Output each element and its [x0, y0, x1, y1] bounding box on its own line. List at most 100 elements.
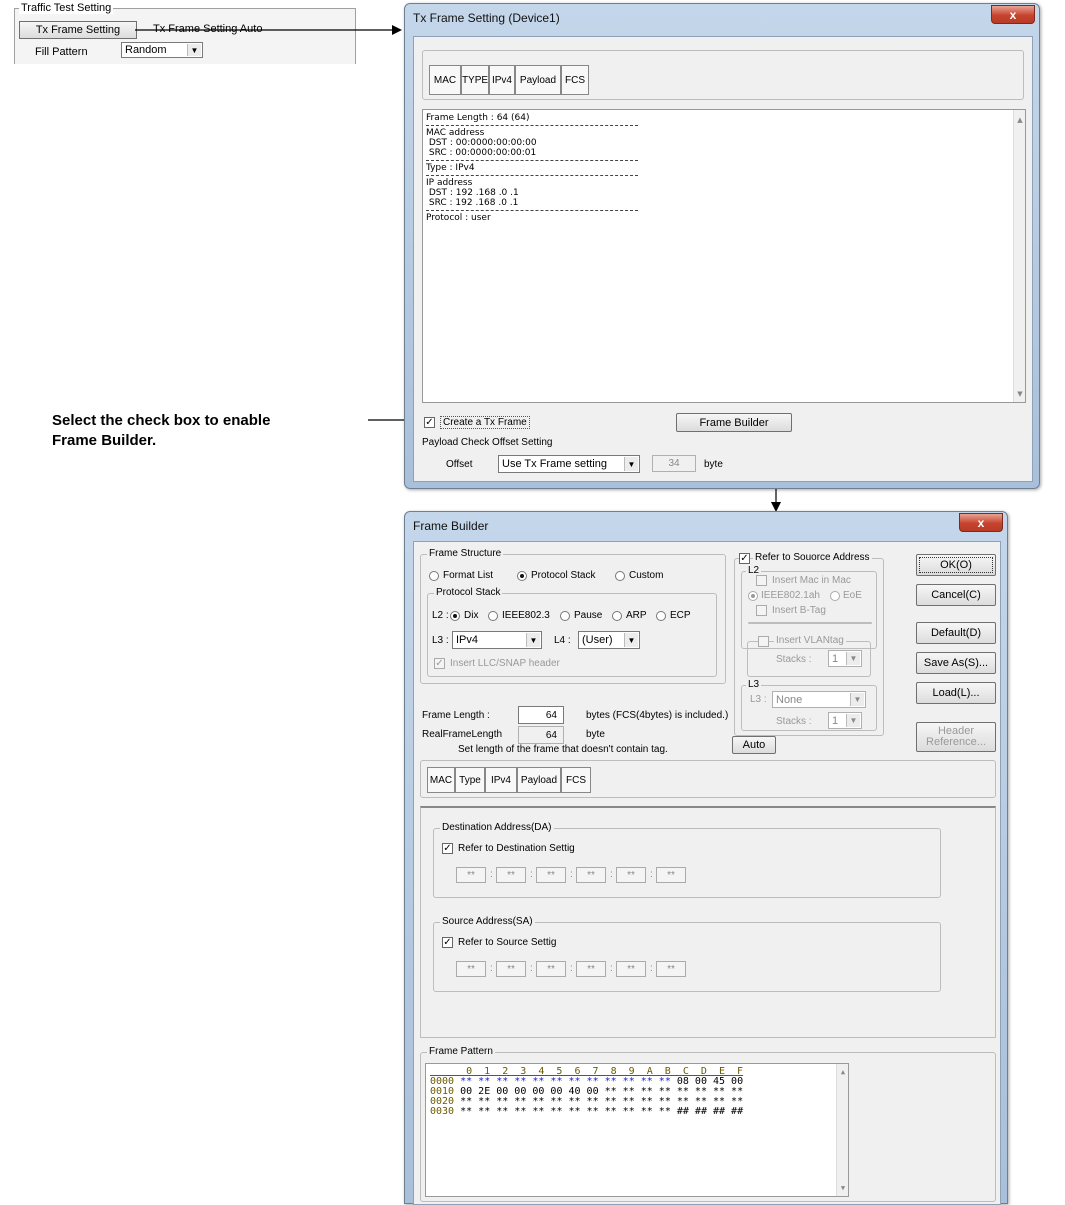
tab-type[interactable]: TYPE	[461, 65, 489, 95]
colon-separator: :	[610, 963, 613, 974]
protocol-text: Protocol : user	[426, 213, 491, 223]
refer-source-setting-label: Refer to Source Settig	[458, 937, 557, 948]
da-octet-1[interactable]: **	[456, 867, 486, 883]
cancel-button[interactable]: Cancel(C)	[916, 584, 996, 606]
frame-structure-group: Frame Structure Format List Protocol Sta…	[420, 548, 726, 684]
source-address-legend: Source Address(SA)	[440, 916, 535, 927]
da-octet-2[interactable]: **	[496, 867, 526, 883]
ok-button[interactable]: OK(O)	[916, 554, 996, 576]
scroll-up-icon[interactable]: ▲	[1014, 114, 1026, 126]
tab-mac[interactable]: MAC	[429, 65, 461, 95]
radio-l2-ecp[interactable]	[656, 611, 666, 621]
tx-frame-setting-window: Tx Frame Setting (Device1) x MAC TYPE IP…	[404, 3, 1040, 489]
insert-btag-label: Insert B-Tag	[772, 605, 826, 616]
tab-fcs[interactable]: FCS	[561, 767, 591, 793]
radio-l2-arp[interactable]	[612, 611, 622, 621]
tab-payload[interactable]: Payload	[517, 767, 561, 793]
hex-row-address: 0030	[430, 1106, 455, 1117]
mac-dst-text: DST : 00:0000:00:00:00	[426, 138, 537, 148]
da-octet-4[interactable]: **	[576, 867, 606, 883]
radio-l2-ieee8023[interactable]	[488, 611, 498, 621]
fb-window-client: Frame Structure Format List Protocol Sta…	[413, 541, 1001, 1205]
save-as-button[interactable]: Save As(S)...	[916, 652, 996, 674]
close-icon[interactable]: x	[991, 5, 1035, 24]
sa-octet-6[interactable]: **	[656, 961, 686, 977]
radio-format-list[interactable]	[429, 571, 439, 581]
format-list-label: Format List	[443, 570, 494, 581]
insert-vlantag-checkbox[interactable]	[758, 636, 769, 647]
sa-octet-4[interactable]: **	[576, 961, 606, 977]
l2-arp-label: ARP	[626, 610, 647, 621]
create-tx-frame-checkbox[interactable]: ✓	[424, 417, 435, 428]
colon-separator: :	[530, 869, 533, 880]
frame-length-field[interactable]: 64	[518, 706, 564, 724]
hex-row: 0030 ** ** ** ** ** ** ** ** ** ** ** **…	[430, 1107, 743, 1117]
tab-payload[interactable]: Payload	[515, 65, 561, 95]
da-octet-3[interactable]: **	[536, 867, 566, 883]
scroll-down-icon[interactable]: ▼	[837, 1182, 849, 1194]
offset-number-field[interactable]: 34	[652, 455, 696, 472]
frame-info-textarea[interactable]: Frame Length : 64 (64) MAC address DST :…	[422, 109, 1026, 403]
pattern-scrollbar[interactable]: ▲ ▼	[836, 1064, 848, 1196]
chevron-down-icon: ▼	[624, 457, 638, 471]
vlan-stacks-value: 1	[832, 652, 839, 665]
radio-ieee8021ah[interactable]	[748, 591, 758, 601]
vlan-stacks-select[interactable]: 1 ▼	[828, 650, 862, 667]
load-button[interactable]: Load(L)...	[916, 682, 996, 704]
offset-select[interactable]: Use Tx Frame setting ▼	[498, 455, 640, 473]
l4-select[interactable]: (User) ▼	[578, 631, 640, 649]
da-octet-5[interactable]: **	[616, 867, 646, 883]
mac-address-header: MAC address	[426, 128, 485, 138]
tab-ipv4[interactable]: IPv4	[489, 65, 515, 95]
info-scrollbar[interactable]: ▲ ▼	[1013, 110, 1025, 402]
chevron-down-icon: ▼	[526, 633, 540, 647]
refer-l3-select[interactable]: None ▼	[772, 691, 866, 708]
chevron-down-icon: ▼	[850, 693, 864, 706]
tx-window-client: MAC TYPE IPv4 Payload FCS Frame Length :…	[413, 36, 1033, 482]
sa-octet-5[interactable]: **	[616, 961, 646, 977]
radio-protocol-stack[interactable]	[517, 571, 527, 581]
l3-label: L3 :	[432, 635, 449, 646]
protocol-stack-legend: Protocol Stack	[434, 587, 503, 598]
sa-octet-1[interactable]: **	[456, 961, 486, 977]
tab-type[interactable]: Type	[455, 767, 485, 793]
scroll-down-icon[interactable]: ▼	[1014, 388, 1026, 400]
scroll-up-icon[interactable]: ▲	[837, 1066, 849, 1078]
refer-source-label: Refer to Souorce Address	[753, 552, 872, 563]
radio-l2-dix[interactable]	[450, 611, 460, 621]
frame-builder-button[interactable]: Frame Builder	[676, 413, 792, 432]
refer-l3-value: None	[776, 693, 803, 706]
protocol-stack-label: Protocol Stack	[531, 570, 596, 581]
radio-eoe[interactable]	[830, 591, 840, 601]
frame-pattern-hexview[interactable]: 0 1 2 3 4 5 6 7 8 9 A B C D E F 0000 ** …	[425, 1063, 849, 1197]
ip-dst-text: DST : 192 .168 .0 .1	[426, 188, 519, 198]
tab-ipv4[interactable]: IPv4	[485, 767, 517, 793]
default-button[interactable]: Default(D)	[916, 622, 996, 644]
annotation-line-2: Frame Builder.	[52, 432, 157, 449]
colon-separator: :	[490, 963, 493, 974]
sa-octet-2[interactable]: **	[496, 961, 526, 977]
frame-builder-window: Frame Builder x Frame Structure Format L…	[404, 511, 1008, 1205]
refer-source-setting-checkbox[interactable]: ✓	[442, 937, 453, 948]
close-icon[interactable]: x	[959, 513, 1003, 532]
tab-mac[interactable]: MAC	[427, 767, 455, 793]
tab-fcs[interactable]: FCS	[561, 65, 589, 95]
radio-custom[interactable]	[615, 571, 625, 581]
annotation-text: Select the check box to enable Frame Bui…	[52, 411, 270, 451]
l3-select[interactable]: IPv4 ▼	[452, 631, 542, 649]
auto-button[interactable]: Auto	[732, 736, 776, 754]
l2-pause-label: Pause	[574, 610, 603, 621]
radio-l2-pause[interactable]	[560, 611, 570, 621]
header-reference-button[interactable]: Header Reference...	[916, 722, 996, 752]
window-title: Frame Builder	[413, 519, 489, 533]
l3-stacks-select[interactable]: 1 ▼	[828, 712, 862, 729]
insert-btag-checkbox[interactable]	[756, 605, 767, 616]
refer-source-group: ✓ Refer to Souorce Address L2 Insert Mac…	[734, 552, 884, 736]
refer-source-checkbox[interactable]: ✓	[739, 553, 750, 564]
insert-mac-in-mac-checkbox[interactable]	[756, 575, 767, 586]
da-octet-6[interactable]: **	[656, 867, 686, 883]
refer-destination-checkbox[interactable]: ✓	[442, 843, 453, 854]
mac-src-text: SRC : 00:0000:00:00:01	[426, 148, 537, 158]
insert-llc-checkbox[interactable]: ✓	[434, 658, 445, 669]
sa-octet-3[interactable]: **	[536, 961, 566, 977]
